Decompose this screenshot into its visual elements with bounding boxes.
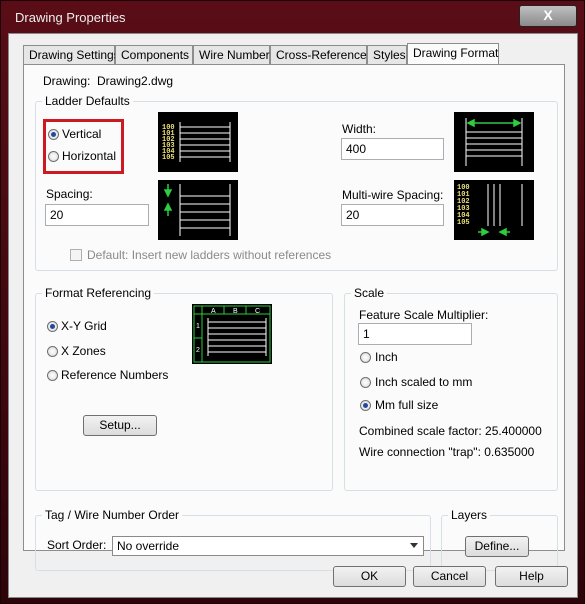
combined-scale-factor: Combined scale factor: 25.400000: [359, 424, 542, 438]
grid-row-1: 1: [196, 323, 200, 330]
grid-col-c: C: [255, 308, 260, 315]
grid-row-2: 2: [196, 347, 200, 354]
multiwire-preview: 100 101 102 103 104 105: [454, 180, 534, 240]
mm-full-size-radio[interactable]: [360, 400, 371, 411]
mm-full-size-label[interactable]: Mm full size: [375, 398, 438, 412]
xy-grid-preview: A B C 1 2: [192, 304, 272, 364]
layers-group: Layers Define...: [441, 508, 558, 571]
x-zones-radio[interactable]: [47, 346, 58, 357]
ladder-defaults-title: Ladder Defaults: [42, 94, 133, 108]
inch-scaled-mm-label[interactable]: Inch scaled to mm: [375, 375, 472, 389]
dialog-client: Drawing Settings Components Wire Numbers…: [8, 33, 578, 598]
spacing-field[interactable]: 20: [45, 204, 149, 226]
no-references-checkbox[interactable]: [70, 249, 82, 261]
dialog-window: Drawing Properties X Drawing Settings Co…: [0, 0, 585, 604]
scale-title: Scale: [351, 286, 388, 300]
spacing-label: Spacing:: [46, 187, 93, 201]
drawing-format-panel: Drawing: Drawing2.dwg Ladder Defaults Ve…: [23, 64, 565, 571]
format-referencing-group: Format Referencing X-Y Grid X Zones Refe…: [35, 286, 333, 491]
layers-title: Layers: [448, 508, 491, 522]
sort-order-select[interactable]: No override: [112, 536, 424, 556]
inch-radio[interactable]: [360, 352, 371, 363]
tab-cross-references[interactable]: Cross-References: [270, 45, 373, 64]
window-title: Drawing Properties: [15, 10, 126, 25]
width-field[interactable]: 400: [341, 138, 444, 160]
multiwire-field[interactable]: 20: [341, 204, 444, 226]
multiwire-label: Multi-wire Spacing:: [342, 188, 444, 202]
help-button[interactable]: Help: [495, 566, 568, 587]
sort-order-value: No override: [117, 539, 180, 553]
ok-button[interactable]: OK: [333, 566, 406, 587]
width-label: Width:: [342, 122, 377, 136]
tab-components[interactable]: Components: [115, 45, 193, 64]
sort-order-label: Sort Order:: [47, 538, 107, 552]
chevron-down-icon: [410, 543, 418, 548]
define-button[interactable]: Define...: [465, 536, 529, 557]
setup-button[interactable]: Setup...: [83, 415, 157, 436]
width-preview: [454, 112, 534, 172]
tab-drawing-settings[interactable]: Drawing Settings: [23, 45, 120, 64]
grid-col-b: B: [233, 308, 238, 315]
tab-styles[interactable]: Styles: [367, 45, 407, 64]
vertical-label[interactable]: Vertical: [62, 127, 101, 141]
format-referencing-title: Format Referencing: [42, 286, 155, 300]
xy-grid-radio[interactable]: [47, 321, 58, 332]
tag-order-title: Tag / Wire Number Order: [42, 508, 183, 522]
multiwire-num-105: 105: [457, 219, 470, 227]
tab-drawing-format[interactable]: Drawing Format: [407, 43, 499, 65]
grid-col-a: A: [211, 308, 216, 315]
drawing-label: Drawing:: [43, 74, 91, 88]
drawing-name: Drawing2.dwg: [97, 74, 174, 88]
xy-grid-label[interactable]: X-Y Grid: [61, 319, 107, 333]
reference-numbers-label[interactable]: Reference Numbers: [61, 368, 168, 382]
inch-scaled-mm-radio[interactable]: [360, 377, 371, 388]
inch-label[interactable]: Inch: [375, 350, 398, 364]
cancel-button[interactable]: Cancel: [413, 566, 486, 587]
feature-scale-field[interactable]: 1: [358, 323, 472, 345]
no-references-label: Default: Insert new ladders without refe…: [87, 248, 332, 262]
reference-numbers-radio[interactable]: [47, 370, 58, 381]
ladder-defaults-group: Ladder Defaults Vertical Horizontal 100 …: [35, 94, 558, 271]
horizontal-radio[interactable]: [48, 151, 59, 162]
horizontal-label[interactable]: Horizontal: [62, 149, 116, 163]
wire-connection-trap: Wire connection "trap": 0.635000: [359, 445, 535, 459]
tab-wire-numbers[interactable]: Wire Numbers: [193, 45, 276, 64]
ladder-num-105: 105: [162, 154, 175, 162]
tag-order-group: Tag / Wire Number Order Sort Order: No o…: [35, 508, 431, 571]
close-button[interactable]: X: [519, 5, 577, 27]
vertical-ladder-preview: 100 101 102 103 104 105: [158, 112, 238, 172]
scale-group: Scale Feature Scale Multiplier: 1 Inch I…: [344, 286, 558, 491]
x-zones-label[interactable]: X Zones: [61, 344, 106, 358]
title-bar[interactable]: Drawing Properties X: [1, 1, 585, 35]
spacing-preview: [158, 180, 238, 240]
feature-scale-label: Feature Scale Multiplier:: [359, 308, 489, 322]
vertical-radio[interactable]: [48, 129, 59, 140]
